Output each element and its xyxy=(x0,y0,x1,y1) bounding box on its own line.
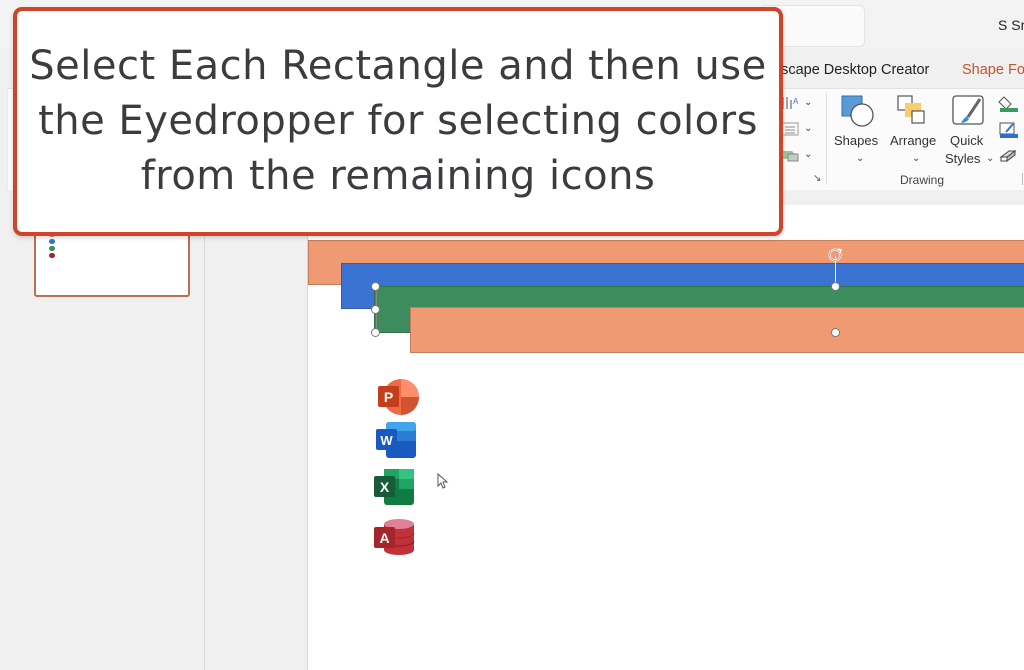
styles-label: Styles xyxy=(945,151,981,166)
shapes-label: Shapes xyxy=(834,133,879,148)
shapes-icon xyxy=(841,95,874,127)
svg-text:W: W xyxy=(380,433,393,448)
powerpoint-icon[interactable]: P xyxy=(374,377,420,417)
user-name[interactable]: S Sm xyxy=(998,17,1024,33)
group-divider xyxy=(826,93,827,185)
resize-handle-bottom-left[interactable] xyxy=(371,328,380,337)
chevron-down-icon: ⌄ xyxy=(986,153,995,164)
chevron-down-icon[interactable]: ⌄ xyxy=(804,97,812,108)
arrange-label: Arrange xyxy=(890,133,937,148)
svg-text:A: A xyxy=(793,97,799,106)
rotate-handle-icon[interactable] xyxy=(827,247,843,263)
svg-text:X: X xyxy=(380,479,390,495)
thumbnail-access-dot xyxy=(49,253,55,258)
shape-outline-icon[interactable] xyxy=(998,121,1020,144)
orange-rectangle-bottom[interactable] xyxy=(410,307,1024,353)
instruction-text: Select Each Rectangle and then use the E… xyxy=(29,43,767,199)
arrange-icon xyxy=(897,95,925,124)
quick-styles-button[interactable]: Quick Styles ⌄ xyxy=(942,93,996,177)
resize-handle-middle-left[interactable] xyxy=(371,305,380,314)
resize-handle-top-middle[interactable] xyxy=(831,282,840,291)
thumbnail-excel-dot xyxy=(49,246,55,251)
svg-text:P: P xyxy=(384,389,393,405)
svg-text:A: A xyxy=(379,530,389,546)
drawing-group-label: Drawing xyxy=(900,173,945,187)
chevron-down-icon[interactable]: ⌄ xyxy=(804,149,812,160)
tab-escape-desktop-creator[interactable]: escape Desktop Creator xyxy=(773,62,929,78)
quick-label: Quick xyxy=(950,133,984,148)
slide[interactable]: P W X A xyxy=(307,205,1024,670)
thumbnail-word-dot xyxy=(49,239,55,244)
shape-fill-icon[interactable] xyxy=(998,95,1020,118)
quick-styles-icon xyxy=(952,95,984,125)
access-icon[interactable]: A xyxy=(372,517,418,557)
group-divider xyxy=(1022,173,1023,185)
mouse-cursor-icon xyxy=(437,473,449,489)
tab-shape-format[interactable]: Shape Fo xyxy=(962,62,1024,78)
resize-handle-bottom-middle[interactable] xyxy=(831,328,840,337)
shape-effects-icon[interactable] xyxy=(998,147,1020,170)
word-icon[interactable]: W xyxy=(374,420,420,460)
shapes-button[interactable]: Shapes ⌄ xyxy=(834,93,880,177)
arrange-button[interactable]: Arrange ⌄ xyxy=(886,93,938,177)
convert-smartart-icon[interactable] xyxy=(780,147,802,168)
text-direction-icon[interactable]: A xyxy=(780,95,802,116)
chevron-down-icon: ⌄ xyxy=(856,153,865,164)
instruction-callout: Select Each Rectangle and then use the E… xyxy=(13,7,783,236)
excel-icon[interactable]: X xyxy=(372,467,418,507)
chevron-down-icon[interactable]: ⌄ xyxy=(804,123,812,134)
dialog-launcher-icon[interactable]: ↘ xyxy=(813,173,821,184)
align-text-icon[interactable] xyxy=(780,121,802,142)
chevron-down-icon: ⌄ xyxy=(912,153,921,164)
resize-handle-top-left[interactable] xyxy=(371,282,380,291)
